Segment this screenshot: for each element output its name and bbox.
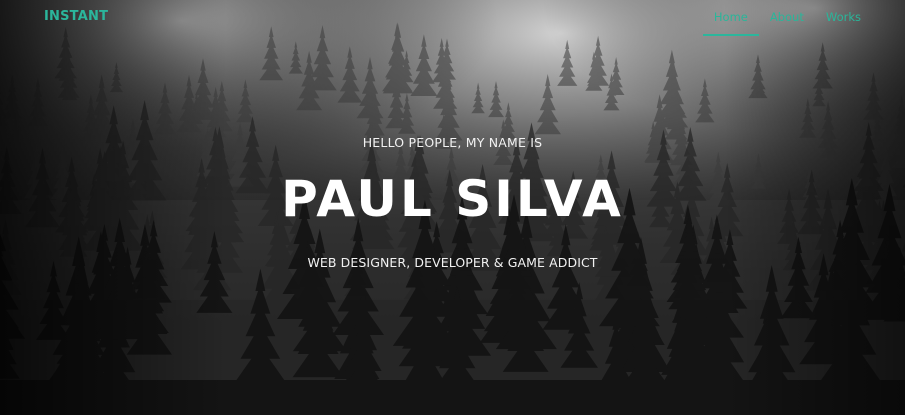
nav-item-works[interactable]: Works: [815, 0, 872, 36]
brand-logo[interactable]: INSTANT: [44, 9, 108, 24]
navbar: INSTANT Home About Works: [0, 0, 905, 40]
nav-menu: Home About Works: [702, 0, 872, 36]
hero-name: PAUL SILVA: [281, 170, 624, 228]
nav-item-home[interactable]: Home: [702, 0, 759, 36]
hero-section: INSTANT Home About Works HELLO PEOPLE, M…: [0, 0, 905, 415]
hero-intro: HELLO PEOPLE, MY NAME IS: [362, 135, 543, 150]
hero-tagline: WEB DESIGNER, DEVELOPER & GAME ADDICT: [307, 255, 598, 270]
nav-item-about[interactable]: About: [759, 0, 815, 36]
